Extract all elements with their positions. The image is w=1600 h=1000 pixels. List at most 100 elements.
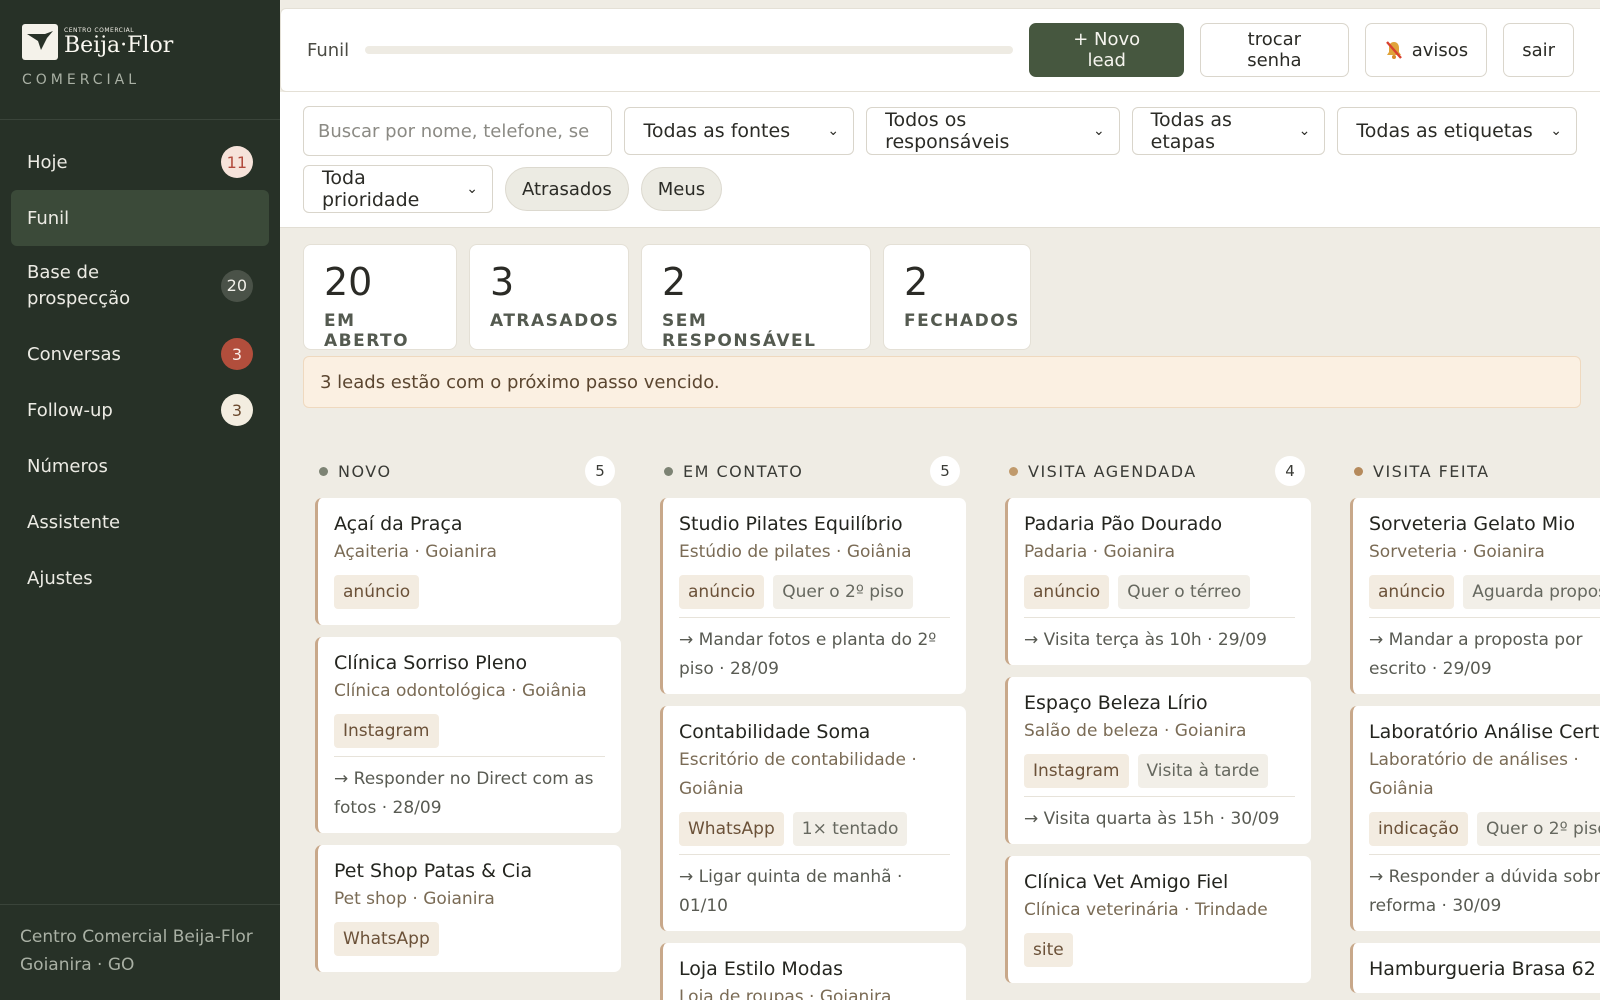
sidebar-footer: Centro Comercial Beija-Flor Goianira · G… bbox=[0, 904, 280, 1000]
source-select-value: Todas as fontes bbox=[643, 120, 791, 142]
lead-card[interactable]: Açaí da Praça Açaiteria · Goianira anúncio bbox=[315, 498, 621, 625]
lead-card[interactable]: Studio Pilates Equilíbrio Estúdio de pila… bbox=[660, 498, 966, 694]
lead-name: Clínica Vet Amigo Fiel bbox=[1024, 871, 1229, 893]
lead-tag: indicação bbox=[1369, 812, 1468, 846]
stat-card-open[interactable]: 20 EM ABERTO bbox=[303, 244, 457, 351]
new-lead-button[interactable]: + Novo lead bbox=[1029, 23, 1184, 77]
stat-card-unassigned[interactable]: 2 SEM RESPONSÁVEL bbox=[641, 244, 871, 351]
owner-select[interactable]: Todos os responsáveis ⌄ bbox=[866, 107, 1120, 155]
priority-select-value: Toda prioridade bbox=[322, 167, 420, 211]
priority-select[interactable]: Toda prioridade ⌄ bbox=[303, 165, 493, 213]
lead-tags: WhatsApp bbox=[334, 922, 605, 956]
lead-name: Loja Estilo Modas bbox=[679, 958, 844, 980]
lead-tag: anúncio bbox=[679, 575, 765, 609]
lead-card[interactable]: Espaço Beleza Lírio Salão de beleza · Goi… bbox=[1005, 677, 1311, 844]
chevron-down-icon: ⌄ bbox=[466, 181, 478, 197]
lead-card[interactable]: Laboratório Análise Certa Laboratório de … bbox=[1350, 706, 1600, 931]
count-badge: 11 bbox=[220, 146, 253, 178]
funnel-progress-bar bbox=[365, 46, 1014, 54]
lead-tag: WhatsApp bbox=[679, 812, 784, 846]
lead-subtitle: Estúdio de pilates · Goiânia bbox=[679, 542, 912, 562]
search-input[interactable]: Buscar por nome, telefone, se bbox=[303, 106, 613, 156]
stat-card-late[interactable]: 3 ATRASADOS bbox=[469, 244, 629, 350]
lead-card[interactable]: Clínica Vet Amigo Fiel Clínica veterinári… bbox=[1005, 856, 1311, 983]
stat-label: EM ABERTO bbox=[324, 311, 410, 351]
lead-name: Clínica Sorriso Pleno bbox=[334, 652, 528, 674]
lead-next-step: → Visita terça às 10h · 29/09 bbox=[1024, 617, 1295, 655]
column-count-badge: 5 bbox=[930, 456, 960, 486]
hummingbird-logo-icon bbox=[22, 24, 58, 60]
stage-select[interactable]: Todas as etapas ⌄ bbox=[1131, 107, 1326, 155]
stat-value: 2 bbox=[904, 260, 929, 304]
lead-name: Padaria Pão Dourado bbox=[1024, 513, 1223, 535]
lead-name: Espaço Beleza Lírio bbox=[1024, 692, 1208, 714]
lead-card[interactable]: Clínica Sorriso Pleno Clínica odontológic… bbox=[315, 637, 621, 833]
stage-select-value: Todas as etapas bbox=[1150, 109, 1232, 153]
lead-card[interactable]: Contabilidade Soma Escritório de contabil… bbox=[660, 706, 966, 931]
notices-button[interactable]: avisos bbox=[1364, 23, 1488, 77]
lead-tags: Instagram Visita à tarde bbox=[1024, 754, 1295, 788]
lead-tags: anúncio Aguarda propos bbox=[1369, 575, 1600, 609]
lead-tags: site bbox=[1024, 933, 1295, 967]
lead-subtitle: Clínica odontológica · Goiânia bbox=[334, 681, 587, 701]
sidebar-item-numeros[interactable]: Números bbox=[11, 438, 269, 494]
change-password-button[interactable]: trocar senha bbox=[1199, 23, 1349, 77]
sidebar-item-assistente[interactable]: Assistente bbox=[11, 494, 269, 550]
lead-card[interactable]: Padaria Pão Dourado Padaria · Goianira anú… bbox=[1005, 498, 1311, 665]
lead-subtitle: Açaiteria · Goianira bbox=[334, 542, 497, 562]
lead-subtitle: Escritório de contabilidade · Goiânia bbox=[679, 750, 917, 799]
sidebar: CENTRO COMERCIAL Beija·Flor COMERCIAL Ho… bbox=[0, 0, 280, 1000]
lead-tags: WhatsApp 1× tentado bbox=[679, 812, 950, 846]
lead-tags: anúncio Quer o térreo bbox=[1024, 575, 1295, 609]
chevron-down-icon: ⌄ bbox=[1092, 123, 1105, 139]
sidebar-item-label: Assistente bbox=[27, 511, 121, 533]
stats-row: 20 EM ABERTO 3 ATRASADOS 2 SEM RESPONSÁV… bbox=[303, 244, 1043, 351]
chevron-down-icon: ⌄ bbox=[1550, 123, 1562, 139]
column-title-text: VISITA AGENDADA bbox=[1028, 461, 1197, 481]
lead-card[interactable]: Pet Shop Patas & Cia Pet shop · Goianira W… bbox=[315, 845, 621, 972]
lead-subtitle: Salão de beleza · Goianira bbox=[1024, 721, 1247, 741]
sidebar-item-ajustes[interactable]: Ajustes bbox=[11, 550, 269, 606]
column-title-text: EM CONTATO bbox=[683, 461, 804, 481]
lead-tag: Visita à tarde bbox=[1137, 754, 1269, 788]
sidebar-item-base-prospeccao[interactable]: Base de prospecção 20 bbox=[11, 246, 269, 326]
column-title-text: VISITA FEITA bbox=[1373, 461, 1490, 481]
lead-name: Sorveteria Gelato Mio bbox=[1369, 513, 1576, 535]
stage-dot-icon bbox=[664, 466, 673, 476]
lead-subtitle: Laboratório de análises · Goiânia bbox=[1369, 750, 1579, 799]
lead-card[interactable]: Loja Estilo Modas Loja de roupas · Goiani… bbox=[660, 943, 966, 1000]
lead-tag: Instagram bbox=[1024, 754, 1129, 788]
lead-tag: Aguarda propos bbox=[1463, 575, 1600, 609]
stat-card-closed[interactable]: 2 FECHADOS bbox=[883, 244, 1031, 350]
kanban-column: VISITA FEITA Sorveteria Gelato Mio Sorvete… bbox=[1338, 450, 1600, 1000]
stat-value: 2 bbox=[662, 260, 687, 304]
lead-subtitle: Loja de roupas · Goianira bbox=[679, 987, 892, 1000]
sidebar-item-follow-up[interactable]: Follow-up 3 bbox=[11, 382, 269, 438]
lead-tag: site bbox=[1024, 933, 1073, 967]
sidebar-item-hoje[interactable]: Hoje 11 bbox=[11, 134, 269, 190]
sidebar-item-funil[interactable]: Funil bbox=[11, 190, 269, 246]
stat-value: 20 bbox=[324, 260, 373, 304]
lead-tag: WhatsApp bbox=[334, 922, 439, 956]
brand-subtitle: COMERCIAL bbox=[22, 72, 141, 88]
lead-tags: anúncio bbox=[334, 575, 605, 609]
owner-select-value: Todos os responsáveis bbox=[885, 109, 1010, 153]
lead-card[interactable]: Sorveteria Gelato Mio Sorveteria · Goiani… bbox=[1350, 498, 1600, 694]
label-select[interactable]: Todas as etiquetas ⌄ bbox=[1337, 107, 1577, 155]
lead-card[interactable]: Hamburgueria Brasa 62 bbox=[1350, 943, 1600, 993]
late-filter-chip[interactable]: Atrasados bbox=[505, 167, 629, 211]
lead-tag: anúncio bbox=[1024, 575, 1110, 609]
brand: CENTRO COMERCIAL Beija·Flor COMERCIAL bbox=[0, 0, 280, 120]
kanban-board: NOVO 5 Açaí da Praça Açaiteria · Goianira an… bbox=[303, 450, 1600, 1000]
stage-dot-icon bbox=[1354, 466, 1363, 476]
mine-filter-chip[interactable]: Meus bbox=[640, 167, 723, 211]
sidebar-item-label: Base de prospecção bbox=[27, 262, 131, 309]
column-title: EM CONTATO bbox=[664, 462, 803, 481]
lead-tag: anúncio bbox=[1369, 575, 1455, 609]
lead-name: Pet Shop Patas & Cia bbox=[334, 860, 533, 882]
chevron-down-icon: ⌄ bbox=[827, 123, 840, 139]
logout-button[interactable]: sair bbox=[1503, 23, 1574, 77]
page-title: Funil bbox=[307, 39, 350, 61]
source-select[interactable]: Todas as fontes ⌄ bbox=[624, 107, 855, 155]
sidebar-item-conversas[interactable]: Conversas 3 bbox=[11, 326, 269, 382]
